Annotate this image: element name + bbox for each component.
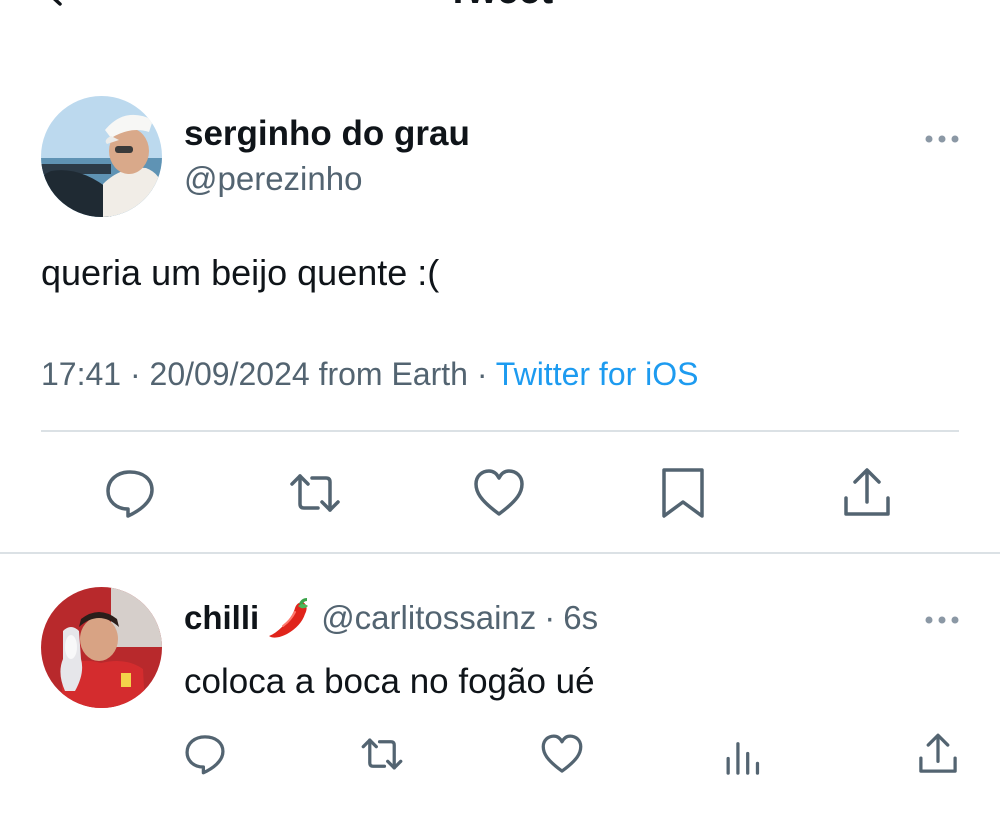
- tweet-text: coloca a boca no fogão ué: [184, 662, 595, 701]
- avatar[interactable]: [41, 587, 162, 708]
- tweet-time: 17:41: [41, 356, 122, 392]
- reply-icon[interactable]: [103, 466, 157, 520]
- chili-pepper-icon: [265, 596, 313, 640]
- more-options-icon[interactable]: [924, 612, 960, 624]
- reply-header: chilli @carlitossainz · 6s: [184, 596, 598, 640]
- avatar[interactable]: [41, 96, 162, 217]
- top-bar: Tweet: [0, 0, 1000, 14]
- user-handle[interactable]: @perezinho: [184, 160, 362, 198]
- meta-separator: ·: [544, 599, 556, 636]
- meta-separator: ·: [476, 356, 488, 392]
- tweet-date: 20/09/2024: [149, 356, 310, 392]
- page-title: Tweet: [0, 0, 1000, 13]
- tweet-metadata: 17:41 · 20/09/2024 from Earth · Twitter …: [41, 356, 699, 393]
- bookmark-icon[interactable]: [656, 466, 710, 520]
- tweet-location: from Earth: [318, 356, 468, 392]
- like-icon[interactable]: [472, 466, 526, 520]
- share-icon[interactable]: [840, 466, 894, 520]
- divider: [41, 430, 959, 432]
- meta-separator: ·: [129, 356, 141, 392]
- tweet-source-link[interactable]: Twitter for iOS: [496, 356, 699, 392]
- tweet-age: 6s: [563, 599, 599, 636]
- like-icon[interactable]: [540, 732, 584, 776]
- retweet-icon[interactable]: [288, 466, 342, 520]
- reply-icon[interactable]: [183, 732, 227, 776]
- display-name[interactable]: serginho do grau: [184, 114, 470, 154]
- more-options-icon[interactable]: [924, 131, 960, 143]
- tweet-text: queria um beijo quente :(: [41, 252, 440, 293]
- user-handle[interactable]: @carlitossainz: [321, 599, 536, 637]
- divider: [0, 552, 1000, 554]
- tweet-detail-screen: Tweet serginho do grau @perezinho queria…: [0, 0, 1000, 813]
- analytics-icon[interactable]: [720, 734, 764, 778]
- display-name[interactable]: chilli: [184, 599, 259, 637]
- retweet-icon[interactable]: [360, 732, 404, 776]
- share-icon[interactable]: [916, 732, 960, 776]
